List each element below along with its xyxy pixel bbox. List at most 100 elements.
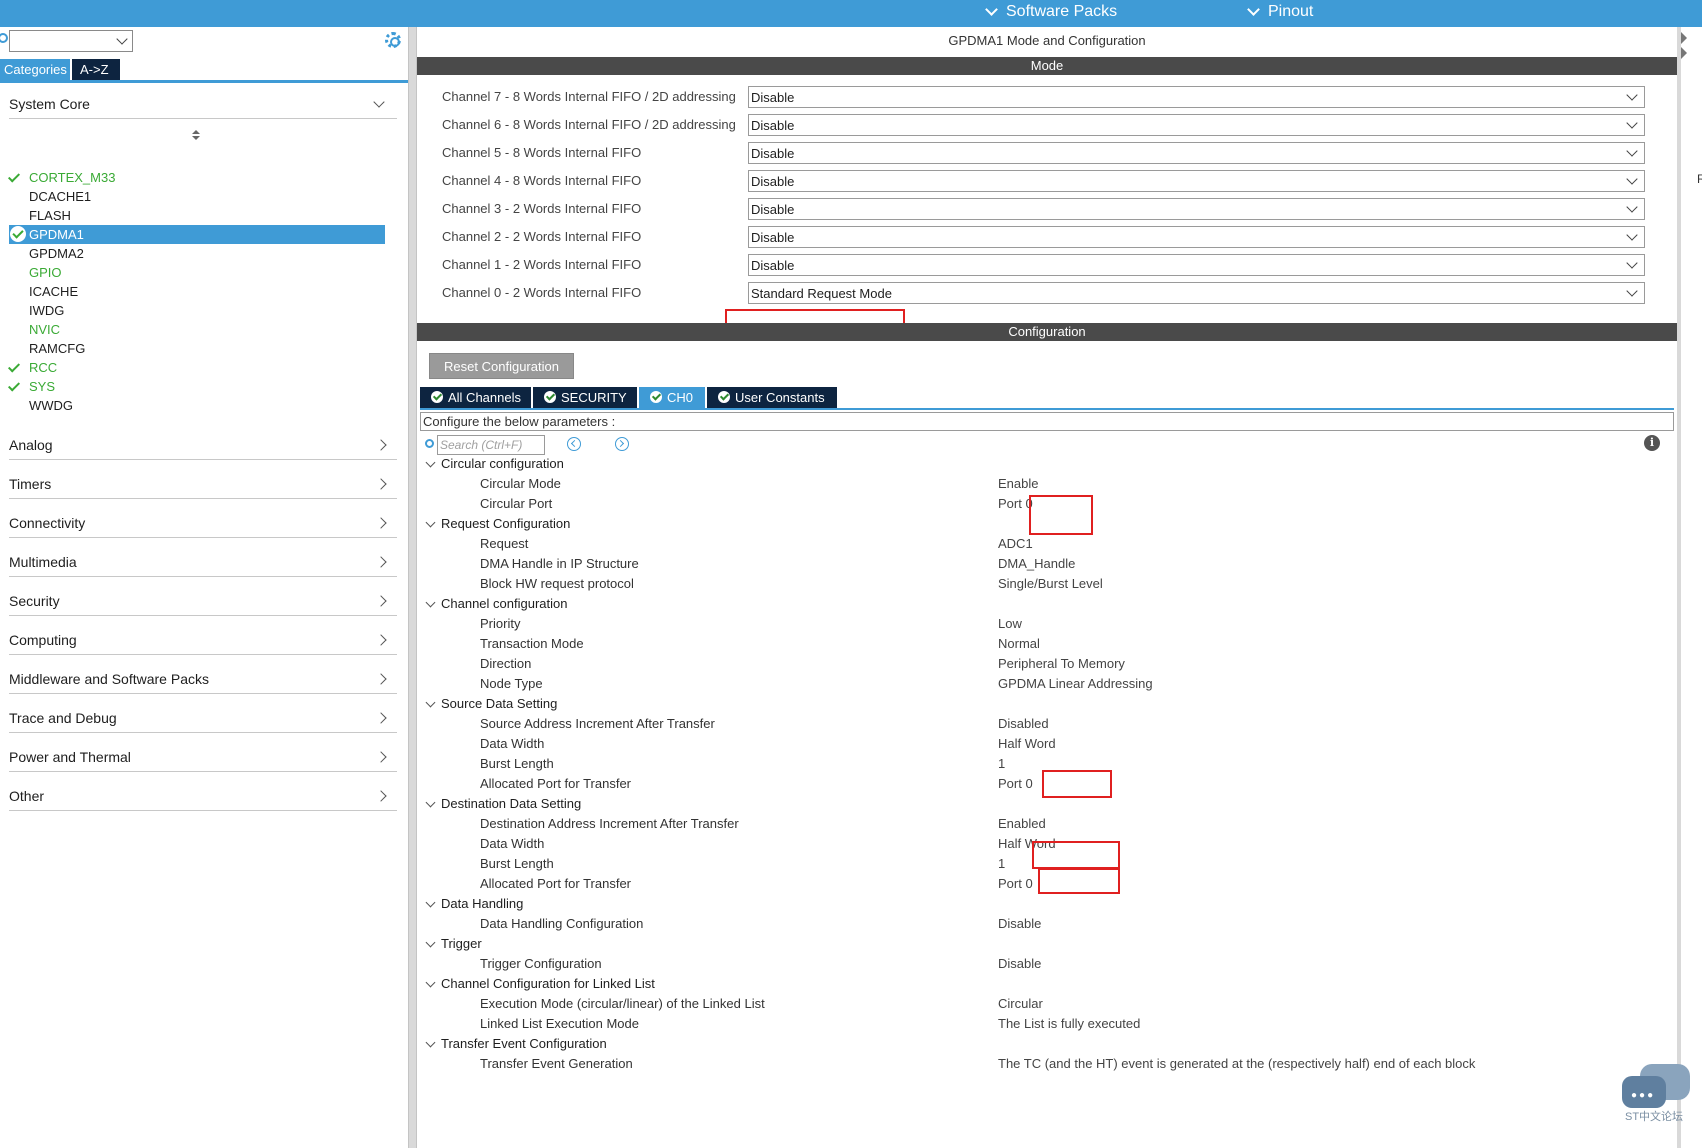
group-other[interactable]: Other — [9, 781, 397, 811]
parameter-row[interactable]: Block HW request protocol Single/Burst Le… — [417, 574, 1677, 594]
parameter-value[interactable]: The TC (and the HT) event is generated a… — [998, 1054, 1475, 1074]
chevron-down-icon[interactable] — [425, 977, 436, 988]
parameter-row[interactable]: Direction Peripheral To Memory — [417, 654, 1677, 674]
parameter-row[interactable]: Allocated Port for Transfer Port 0 — [417, 874, 1677, 894]
mode-select[interactable]: Disable — [748, 114, 1645, 136]
previous-result-icon[interactable] — [567, 437, 581, 451]
parameter-value[interactable]: Port 0 — [998, 494, 1033, 514]
chevron-down-icon[interactable] — [425, 517, 436, 528]
tab-security[interactable]: SECURITY — [533, 387, 637, 408]
parameter-row[interactable]: Priority Low — [417, 614, 1677, 634]
parameter-value[interactable]: Half Word — [998, 734, 1056, 754]
group-connectivity[interactable]: Connectivity — [9, 508, 397, 538]
tree-section[interactable]: Transfer Event Configuration — [417, 1034, 1677, 1054]
tree-section[interactable]: Trigger — [417, 934, 1677, 954]
tab-user-constants[interactable]: User Constants — [707, 387, 837, 408]
mode-select[interactable]: Disable — [748, 142, 1645, 164]
parameter-value[interactable]: Enabled — [998, 814, 1046, 834]
parameter-row[interactable]: Burst Length 1 — [417, 854, 1677, 874]
chevron-down-icon[interactable] — [425, 457, 436, 468]
parameter-value[interactable]: Disabled — [998, 714, 1049, 734]
sort-icon[interactable] — [192, 130, 200, 140]
tab-a-to-z[interactable]: A->Z — [72, 59, 120, 80]
list-item[interactable]: IWDG — [9, 301, 385, 320]
tree-section[interactable]: Destination Data Setting — [417, 794, 1677, 814]
tree-section[interactable]: Data Handling — [417, 894, 1677, 914]
list-item[interactable]: CORTEX_M33 — [7, 168, 385, 187]
parameter-value[interactable]: Low — [998, 614, 1022, 634]
parameter-value[interactable]: Disable — [998, 954, 1041, 974]
list-item[interactable]: GPDMA2 — [9, 244, 385, 263]
parameter-value[interactable]: Port 0 — [998, 874, 1033, 894]
group-multimedia[interactable]: Multimedia — [9, 547, 397, 577]
mode-select[interactable]: Disable — [748, 198, 1645, 220]
tab-categories[interactable]: Categories — [0, 59, 70, 80]
list-item[interactable]: WWDG — [9, 396, 385, 415]
group-timers[interactable]: Timers — [9, 469, 397, 499]
parameter-row[interactable]: Source Address Increment After Transfer D… — [417, 714, 1677, 734]
parameter-row[interactable]: Data Handling Configuration Disable — [417, 914, 1677, 934]
parameter-value[interactable]: DMA_Handle — [998, 554, 1075, 574]
parameter-row[interactable]: Linked List Execution Mode The List is fu… — [417, 1014, 1677, 1034]
parameter-row[interactable]: Circular Port Port 0 — [417, 494, 1677, 514]
parameter-row[interactable]: Allocated Port for Transfer Port 0 — [417, 774, 1677, 794]
parameter-value[interactable]: 1 — [998, 854, 1005, 874]
parameter-row[interactable]: Circular Mode Enable — [417, 474, 1677, 494]
list-item[interactable]: ICACHE — [9, 282, 385, 301]
parameter-value[interactable]: Port 0 — [998, 774, 1033, 794]
pinout-menu[interactable]: Pinout — [1247, 3, 1313, 21]
chevron-down-icon[interactable] — [425, 897, 436, 908]
collapse-icon[interactable] — [1681, 32, 1687, 44]
parameter-row[interactable]: Execution Mode (circular/linear) of the … — [417, 994, 1677, 1014]
parameter-value[interactable]: Half Word — [998, 834, 1056, 854]
chevron-down-icon[interactable] — [425, 797, 436, 808]
parameter-value[interactable]: Normal — [998, 634, 1040, 654]
group-analog[interactable]: Analog — [9, 430, 397, 460]
parameter-value[interactable]: Circular — [998, 994, 1043, 1014]
panel-splitter[interactable] — [408, 27, 417, 1148]
parameter-value[interactable]: Enable — [998, 474, 1038, 494]
group-system-core[interactable]: System Core — [9, 89, 397, 119]
tree-section[interactable]: Request Configuration — [417, 514, 1677, 534]
chevron-down-icon[interactable] — [425, 697, 436, 708]
list-item[interactable]: FLASH — [9, 206, 385, 225]
mode-select[interactable]: Disable — [748, 226, 1645, 248]
parameter-value[interactable]: GPDMA Linear Addressing — [998, 674, 1153, 694]
list-item[interactable]: NVIC — [9, 320, 385, 339]
tab-all-channels[interactable]: All Channels — [420, 387, 531, 408]
parameter-row[interactable]: DMA Handle in IP Structure DMA_Handle — [417, 554, 1677, 574]
next-result-icon[interactable] — [615, 437, 629, 451]
tree-section[interactable]: Channel Configuration for Linked List — [417, 974, 1677, 994]
group-trace-and-debug[interactable]: Trace and Debug — [9, 703, 397, 733]
parameter-value[interactable]: ADC1 — [998, 534, 1033, 554]
software-packs-menu[interactable]: Software Packs — [985, 3, 1117, 21]
search-combo[interactable] — [9, 30, 133, 52]
parameter-search-input[interactable]: Search (Ctrl+F) — [437, 435, 545, 455]
mode-select[interactable]: Disable — [748, 86, 1645, 108]
group-power-and-thermal[interactable]: Power and Thermal — [9, 742, 397, 772]
chevron-down-icon[interactable] — [425, 597, 436, 608]
group-security[interactable]: Security — [9, 586, 397, 616]
parameter-row[interactable]: Transaction Mode Normal — [417, 634, 1677, 654]
parameter-row[interactable]: Burst Length 1 — [417, 754, 1677, 774]
list-item[interactable]: DCACHE1 — [9, 187, 385, 206]
parameter-row[interactable]: Trigger Configuration Disable — [417, 954, 1677, 974]
group-computing[interactable]: Computing — [9, 625, 397, 655]
list-item[interactable]: RCC — [7, 358, 385, 377]
parameter-row[interactable]: Node Type GPDMA Linear Addressing — [417, 674, 1677, 694]
parameter-value[interactable]: Disable — [998, 914, 1041, 934]
parameter-value[interactable]: Peripheral To Memory — [998, 654, 1125, 674]
list-item[interactable]: GPDMA1 — [9, 225, 385, 244]
info-icon[interactable]: i — [1644, 435, 1660, 451]
collapse-icon[interactable] — [1681, 47, 1687, 59]
mode-select[interactable]: Disable — [748, 170, 1645, 192]
tree-section[interactable]: Circular configuration — [417, 454, 1677, 474]
group-middleware-and-software-packs[interactable]: Middleware and Software Packs — [9, 664, 397, 694]
parameter-row[interactable]: Transfer Event Generation The TC (and the… — [417, 1054, 1677, 1074]
mode-select[interactable]: Standard Request Mode — [748, 282, 1645, 304]
parameter-value[interactable]: The List is fully executed — [998, 1014, 1140, 1034]
parameter-row[interactable]: Request ADC1 — [417, 534, 1677, 554]
list-item[interactable]: RAMCFG — [9, 339, 385, 358]
parameter-value[interactable]: 1 — [998, 754, 1005, 774]
parameter-row[interactable]: Destination Address Increment After Tran… — [417, 814, 1677, 834]
